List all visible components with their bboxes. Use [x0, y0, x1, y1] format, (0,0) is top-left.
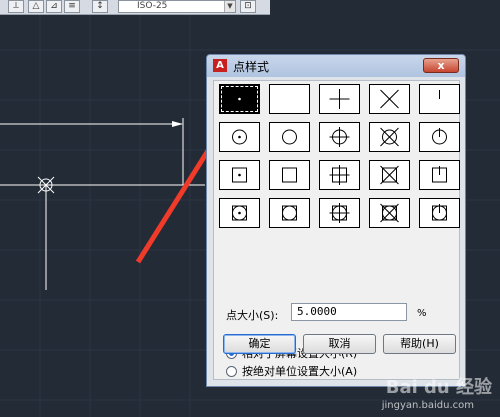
point-style-square-x[interactable]	[369, 160, 410, 190]
point-style-square-x-icon	[380, 165, 399, 185]
dialog-title: 点样式	[233, 60, 270, 74]
close-button[interactable]: x	[423, 58, 459, 73]
toolbar-tool-icon[interactable]: △	[28, 0, 44, 13]
point-style-square-tick-icon	[432, 166, 447, 183]
point-style-circle-tick-icon	[432, 128, 447, 145]
point-style-square-circle-tick[interactable]	[419, 198, 460, 228]
dimension-arrowhead	[172, 121, 183, 127]
point-style-square-circle-icon	[282, 205, 297, 221]
watermark-logo: Bai du 经验	[385, 377, 492, 398]
point-style-circle-icon	[282, 129, 297, 145]
cancel-button[interactable]: 取消	[303, 334, 376, 354]
point-style-circle-plus-icon	[329, 127, 350, 147]
chevron-down-icon[interactable]: ▼	[224, 1, 235, 12]
point-style-circle-x[interactable]	[369, 122, 410, 152]
dimstyle-combo[interactable]: ISO-25 ▼	[118, 0, 236, 13]
point-style-square-circle-dot[interactable]	[219, 198, 260, 228]
dialog-titlebar[interactable]: A 点样式 x	[207, 55, 465, 77]
point-style-tick[interactable]	[419, 84, 460, 114]
point-size-unit: %	[417, 308, 427, 319]
point-style-dialog: A 点样式 x 点大小(S): 5.0000 % 相对于屏幕设置大小(R) 按绝…	[206, 54, 466, 387]
point-style-x[interactable]	[369, 84, 410, 114]
point-style-plus-icon	[329, 89, 350, 109]
point-style-none[interactable]	[269, 84, 310, 114]
radio-absolute-label: 按绝对单位设置大小(A)	[242, 365, 358, 378]
point-style-none-icon	[270, 85, 309, 113]
point-size-input[interactable]: 5.0000	[291, 303, 407, 321]
point-style-dot[interactable]	[219, 84, 260, 114]
point-style-square-circle-tick-icon	[432, 204, 447, 221]
help-button[interactable]: 帮助(H)	[383, 334, 456, 354]
toolbar: ⟂ △ ⊿ ≡ ↕ ISO-25 ▼ ⊡	[0, 0, 270, 15]
dimstyle-combo-value: ISO-25	[137, 1, 168, 11]
autocad-logo-icon: A	[213, 59, 227, 72]
point-style-square-tick[interactable]	[419, 160, 460, 190]
point-style-circle-x-icon	[380, 127, 399, 147]
point-marker	[37, 176, 55, 194]
point-style-square-icon	[282, 167, 297, 183]
point-style-square-circle-dot-icon	[232, 205, 247, 221]
ok-button[interactable]: 确定	[223, 334, 296, 354]
point-style-square-plus-icon	[329, 165, 350, 185]
toolbar-tool-icon[interactable]: ⊡	[240, 0, 256, 13]
watermark-url: jingyan.baidu.com	[381, 400, 474, 411]
point-style-square-circle-x-icon	[380, 203, 399, 223]
point-style-circle-dot-icon	[232, 129, 247, 145]
point-style-dot-icon	[238, 97, 241, 101]
point-style-square[interactable]	[269, 160, 310, 190]
point-style-tick-icon	[439, 90, 440, 99]
point-style-plus[interactable]	[319, 84, 360, 114]
point-style-square-dot-icon	[232, 167, 247, 183]
point-style-circle-plus[interactable]	[319, 122, 360, 152]
point-style-square-circle-plus-icon	[329, 203, 350, 223]
point-style-circle-tick[interactable]	[419, 122, 460, 152]
point-style-square-circle[interactable]	[269, 198, 310, 228]
point-style-square-plus[interactable]	[319, 160, 360, 190]
point-style-square-circle-x[interactable]	[369, 198, 410, 228]
radio-absolute-indicator[interactable]	[226, 366, 237, 377]
toolbar-tool-icon[interactable]: ↕	[92, 0, 108, 13]
point-style-circle-dot[interactable]	[219, 122, 260, 152]
point-style-x-icon	[380, 89, 399, 109]
toolbar-tool-icon[interactable]: ⟂	[8, 0, 24, 13]
point-style-circle[interactable]	[269, 122, 310, 152]
point-style-square-dot[interactable]	[219, 160, 260, 190]
point-size-label: 点大小(S):	[226, 309, 279, 322]
point-style-square-circle-plus[interactable]	[319, 198, 360, 228]
toolbar-tool-icon[interactable]: ⊿	[46, 0, 62, 13]
toolbar-tool-icon[interactable]: ≡	[64, 0, 80, 13]
